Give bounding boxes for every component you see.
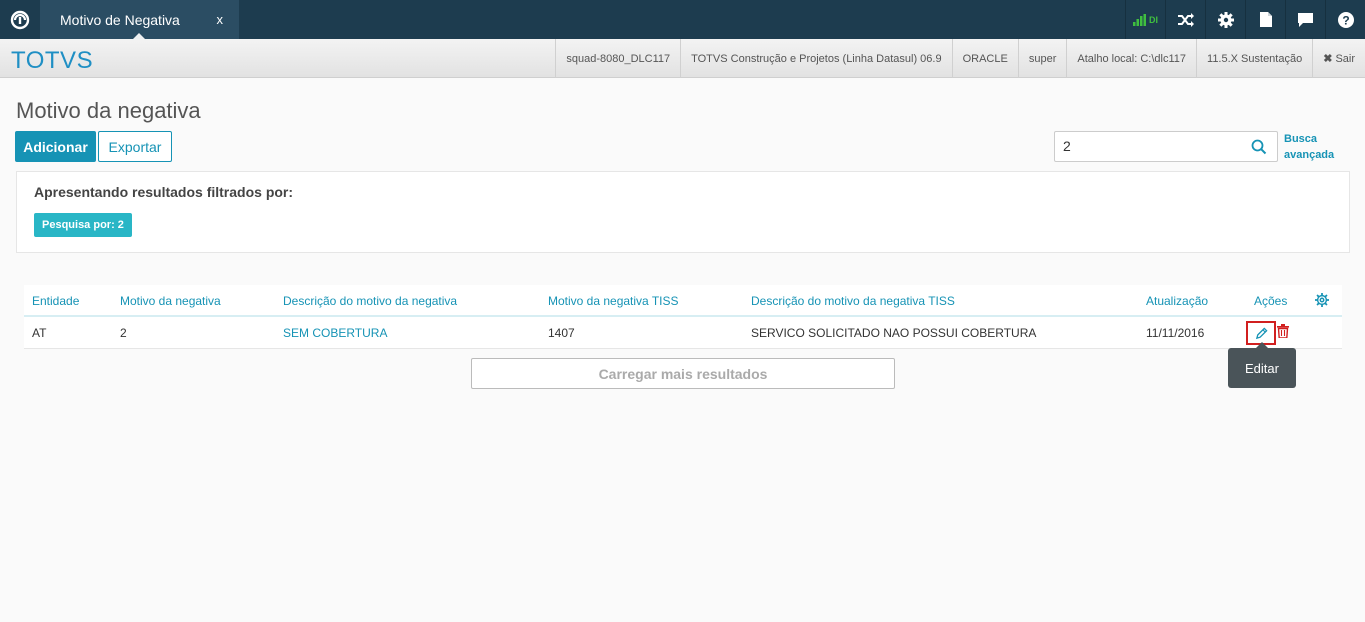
add-button[interactable]: Adicionar bbox=[15, 131, 96, 162]
cell-motivo-tiss: 1407 bbox=[548, 326, 575, 340]
tab-close-button[interactable]: x bbox=[217, 12, 224, 27]
help-icon[interactable]: ? bbox=[1325, 0, 1365, 39]
database-info: ORACLE bbox=[951, 39, 1018, 78]
column-header-motivo[interactable]: Motivo da negativa bbox=[120, 294, 221, 308]
table-row: AT 2 SEM COBERTURA 1407 SERVICO SOLICITA… bbox=[24, 317, 1342, 349]
shortcut-info: Atalho local: C:\dlc117 bbox=[1066, 39, 1196, 78]
session-info: squad-8080_DLC117 TOTVS Construção e Pro… bbox=[555, 39, 1365, 78]
product-info: TOTVS Construção e Projetos (Linha Datas… bbox=[680, 39, 951, 78]
search-box bbox=[1054, 131, 1278, 162]
version-info: 11.5.X Sustentação bbox=[1196, 39, 1312, 78]
filter-panel: Apresentando resultados filtrados por: P… bbox=[16, 171, 1350, 253]
filter-tag[interactable]: Pesquisa por: 2 bbox=[34, 213, 132, 237]
search-icon[interactable] bbox=[1251, 139, 1267, 160]
column-header-atualizacao[interactable]: Atualização bbox=[1146, 294, 1208, 308]
advanced-search-link[interactable]: Busca avançada bbox=[1284, 131, 1334, 163]
cell-motivo: 2 bbox=[120, 326, 127, 340]
advanced-search-line1: Busca bbox=[1284, 133, 1318, 145]
column-header-motivo-tiss[interactable]: Motivo da negativa TISS bbox=[548, 294, 679, 308]
load-more-button[interactable]: Carregar mais resultados bbox=[471, 358, 895, 389]
logout-label: Sair bbox=[1335, 52, 1355, 65]
advanced-search-line2: avançada bbox=[1284, 149, 1335, 161]
pencil-icon bbox=[1255, 326, 1268, 339]
svg-text:?: ? bbox=[1342, 13, 1349, 27]
cell-descricao-tiss: SERVICO SOLICITADO NAO POSSUI COBERTURA bbox=[751, 326, 1037, 340]
shuffle-icon[interactable] bbox=[1165, 0, 1205, 39]
export-button[interactable]: Exportar bbox=[98, 131, 172, 162]
chat-icon[interactable] bbox=[1285, 0, 1325, 39]
column-settings-gear-icon[interactable] bbox=[1315, 293, 1329, 312]
document-icon[interactable] bbox=[1245, 0, 1285, 39]
tab-motivo-de-negativa[interactable]: Motivo de Negativa x bbox=[40, 0, 239, 39]
user-info: super bbox=[1017, 39, 1067, 78]
table-header: Entidade Motivo da negativa Descrição do… bbox=[24, 285, 1342, 317]
gear-icon[interactable] bbox=[1205, 0, 1245, 39]
cell-entidade: AT bbox=[32, 326, 47, 340]
delete-button[interactable] bbox=[1277, 324, 1289, 343]
page-title: Motivo da negativa bbox=[16, 98, 201, 123]
server-info: squad-8080_DLC117 bbox=[555, 39, 680, 78]
edit-tooltip: Editar bbox=[1228, 342, 1296, 388]
logout-button[interactable]: ✖ Sair bbox=[1312, 39, 1365, 78]
column-header-descricao-tiss[interactable]: Descrição do motivo da negativa TISS bbox=[751, 294, 955, 308]
cell-descricao-link[interactable]: SEM COBERTURA bbox=[283, 326, 387, 340]
close-icon: ✖ bbox=[1323, 53, 1333, 65]
totvs-logo-icon[interactable] bbox=[0, 0, 40, 39]
results-table: Entidade Motivo da negativa Descrição do… bbox=[24, 285, 1342, 349]
brand-logo[interactable]: TOTVS bbox=[11, 47, 93, 75]
column-header-descricao[interactable]: Descrição do motivo da negativa bbox=[283, 294, 457, 308]
signal-icon[interactable]: DI bbox=[1125, 0, 1165, 39]
filter-title: Apresentando resultados filtrados por: bbox=[34, 184, 294, 200]
search-input[interactable] bbox=[1063, 138, 1243, 154]
top-navigation-bar: Motivo de Negativa x DI ? bbox=[0, 0, 1365, 39]
trash-icon bbox=[1277, 324, 1289, 339]
tab-title: Motivo de Negativa bbox=[60, 11, 180, 28]
top-icon-group: DI ? bbox=[1125, 0, 1365, 39]
signal-label: DI bbox=[1149, 14, 1158, 25]
cell-atualizacao: 11/11/2016 bbox=[1146, 326, 1205, 340]
product-header: TOTVS squad-8080_DLC117 TOTVS Construção… bbox=[0, 39, 1365, 78]
column-header-acoes: Ações bbox=[1254, 294, 1288, 308]
column-header-entidade[interactable]: Entidade bbox=[32, 294, 79, 308]
